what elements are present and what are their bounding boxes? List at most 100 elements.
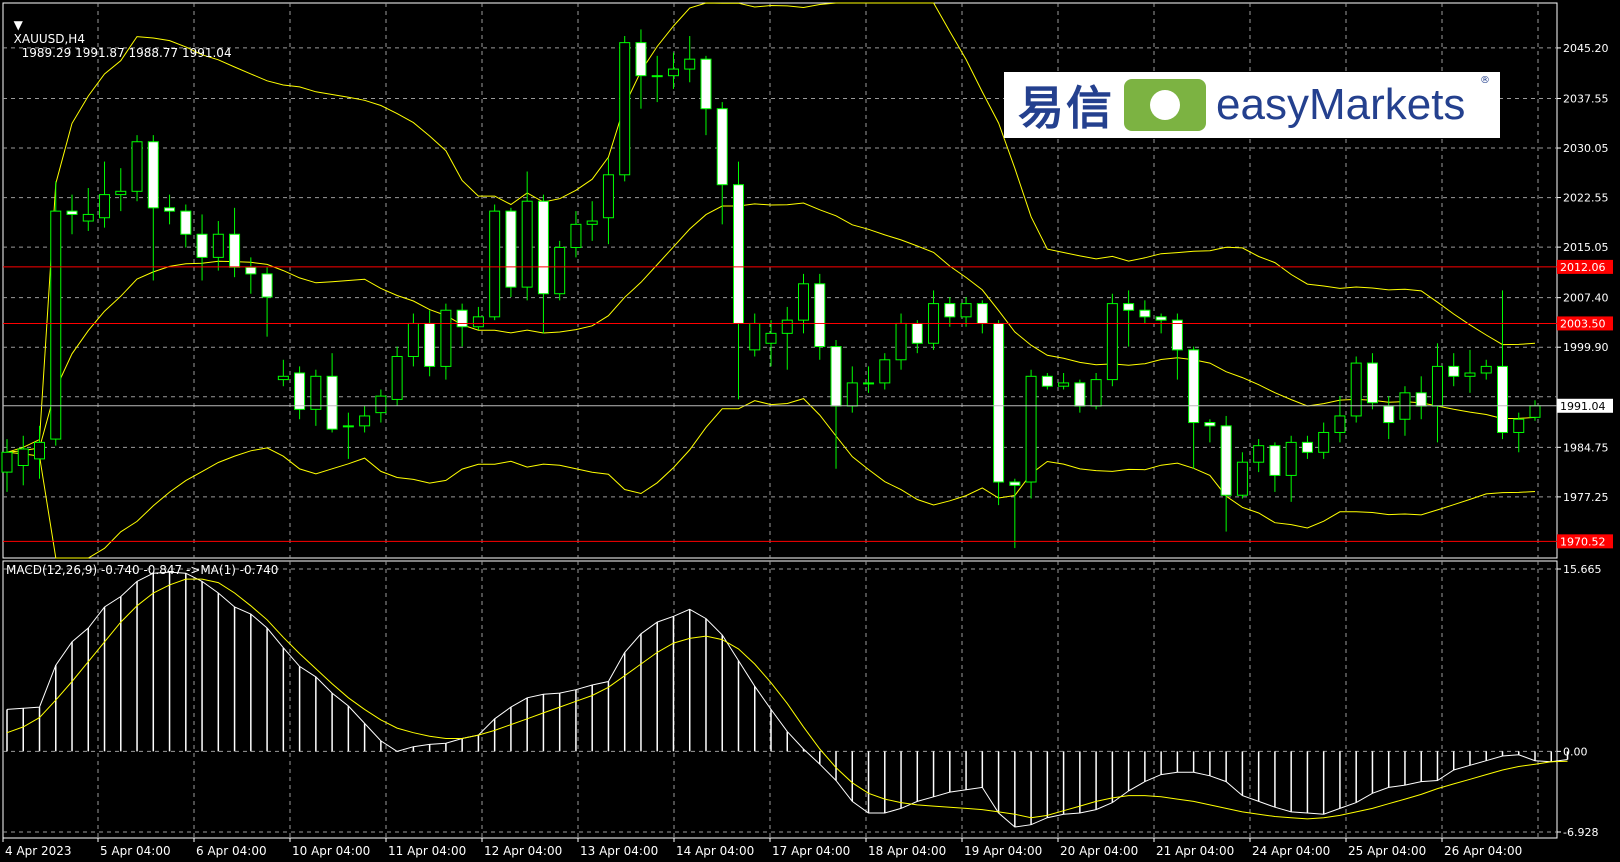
symbol-label: XAUUSD,H4 — [13, 32, 85, 46]
macd-signal-line — [6, 578, 1568, 820]
candle-body — [1496, 365, 1508, 433]
band-upper-line — [6, 2, 1536, 453]
collapse-triangle-icon[interactable]: ▼ — [14, 18, 23, 32]
candle — [602, 158, 614, 245]
candle — [830, 339, 842, 469]
candle — [310, 369, 322, 426]
candle-body — [66, 210, 78, 215]
candle-body — [261, 273, 273, 298]
candle — [391, 346, 403, 407]
time-axis-label: 18 Apr 04:00 — [868, 844, 946, 858]
candle — [1188, 346, 1200, 469]
candle — [928, 290, 940, 350]
candle — [66, 194, 78, 235]
candle — [505, 207, 517, 298]
candle — [326, 353, 338, 433]
time-axis-label: 14 Apr 04:00 — [676, 844, 754, 858]
candle-body — [830, 346, 842, 407]
candle — [1220, 415, 1232, 532]
candle-body — [1513, 418, 1525, 433]
candle — [537, 194, 549, 334]
candle-body — [1090, 379, 1102, 407]
candle-body — [196, 233, 208, 258]
time-axis-label: 17 Apr 04:00 — [772, 844, 850, 858]
candle — [1366, 353, 1378, 410]
candle-body — [651, 75, 663, 78]
current-price-label: 1991.04 — [1560, 400, 1606, 413]
candle — [814, 273, 826, 360]
candle-body — [993, 322, 1005, 483]
candle — [359, 406, 371, 433]
time-axis-label: 13 Apr 04:00 — [580, 844, 658, 858]
candle — [1448, 353, 1460, 387]
candle-body — [619, 42, 631, 176]
candle-body — [277, 375, 289, 381]
candle — [1025, 369, 1037, 499]
time-axis-label: 24 Apr 04:00 — [1252, 844, 1330, 858]
candle — [1123, 290, 1135, 347]
candle-body — [716, 108, 728, 186]
candle — [798, 273, 810, 334]
candle-body — [1529, 405, 1541, 418]
candle — [261, 267, 273, 337]
time-axis-label: 5 Apr 04:00 — [100, 844, 171, 858]
macd-histogram-outline — [6, 571, 1568, 828]
candle — [879, 353, 891, 390]
candle — [684, 36, 696, 83]
candle-body — [1074, 382, 1086, 407]
candle-body — [391, 355, 403, 400]
candle — [1106, 293, 1118, 387]
candle-body — [1301, 441, 1313, 453]
candle-body — [1025, 375, 1037, 483]
candle — [554, 240, 566, 301]
time-axis-label: 4 Apr 2023 — [5, 844, 72, 858]
candle-body — [1431, 365, 1443, 407]
candle-body — [521, 200, 533, 288]
candle-body — [732, 184, 744, 324]
candle — [99, 161, 111, 228]
candle — [1415, 376, 1427, 420]
candle — [1464, 349, 1476, 393]
candle — [1431, 343, 1443, 443]
price-axis-label: 2007.40 — [1563, 292, 1609, 305]
candle — [1253, 439, 1265, 473]
candle-body — [765, 332, 777, 344]
candle — [586, 201, 598, 241]
candle-body — [1464, 372, 1476, 377]
candle — [1334, 396, 1346, 443]
candle — [521, 171, 533, 301]
easymarkets-logo: 易信 easyMarkets ® — [1004, 72, 1500, 138]
candle-body — [976, 303, 988, 324]
candle-body — [212, 233, 224, 258]
candle — [17, 435, 29, 486]
candle-body — [814, 283, 826, 348]
price-axis-label: 2022.55 — [1563, 192, 1609, 205]
candle-body — [131, 141, 143, 192]
ohlc-values: 1989.29 1991.87 1988.77 1991.04 — [21, 46, 232, 60]
candle-body — [147, 141, 159, 209]
macd-axis-label: 0.00 — [1563, 745, 1588, 758]
candle-body — [164, 207, 176, 212]
candle-body — [895, 322, 907, 361]
candle — [1204, 419, 1216, 443]
candle — [651, 55, 663, 103]
candle — [82, 188, 94, 231]
candle-body — [602, 174, 614, 219]
candle — [196, 214, 208, 281]
time-axis-label: 21 Apr 04:00 — [1156, 844, 1234, 858]
candle — [895, 313, 907, 370]
candle-body — [342, 425, 354, 428]
price-axis-label: 2037.55 — [1563, 92, 1609, 105]
candle — [700, 55, 712, 136]
candle-body — [82, 213, 94, 222]
candle-body — [359, 415, 371, 427]
candle-body — [1269, 445, 1281, 476]
candle-body — [846, 382, 858, 407]
candle — [976, 300, 988, 334]
candle-body — [489, 210, 501, 318]
candle — [1090, 373, 1102, 410]
candle-body — [1366, 362, 1378, 404]
candle-body — [456, 309, 468, 328]
candle-body — [1318, 431, 1330, 453]
candle-body — [1285, 441, 1297, 476]
